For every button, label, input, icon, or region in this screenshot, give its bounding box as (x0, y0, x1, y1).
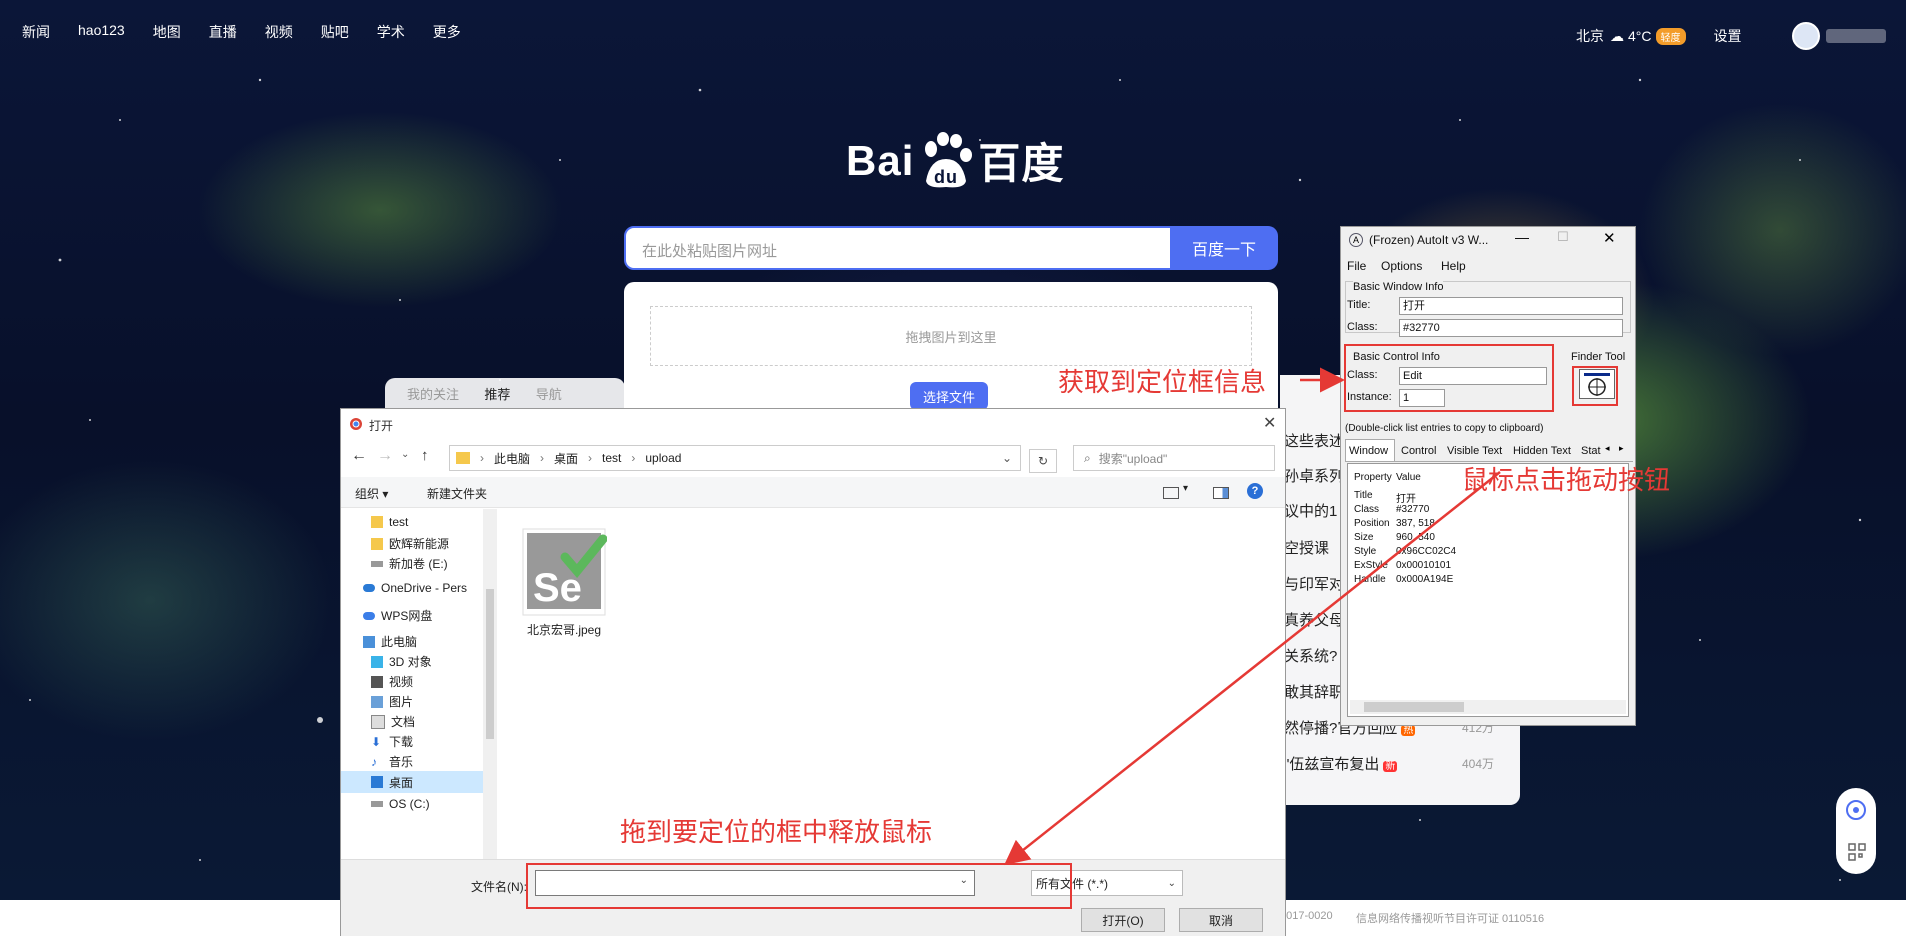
annotation-release: 拖到要定位的框中释放鼠标 (620, 818, 933, 848)
annotation-drag-button: 鼠标点击拖动按钮 (1462, 466, 1671, 496)
arrow-to-filename-box (1004, 471, 1501, 866)
annotation-get-info: 获取到定位框信息 (1058, 368, 1267, 398)
